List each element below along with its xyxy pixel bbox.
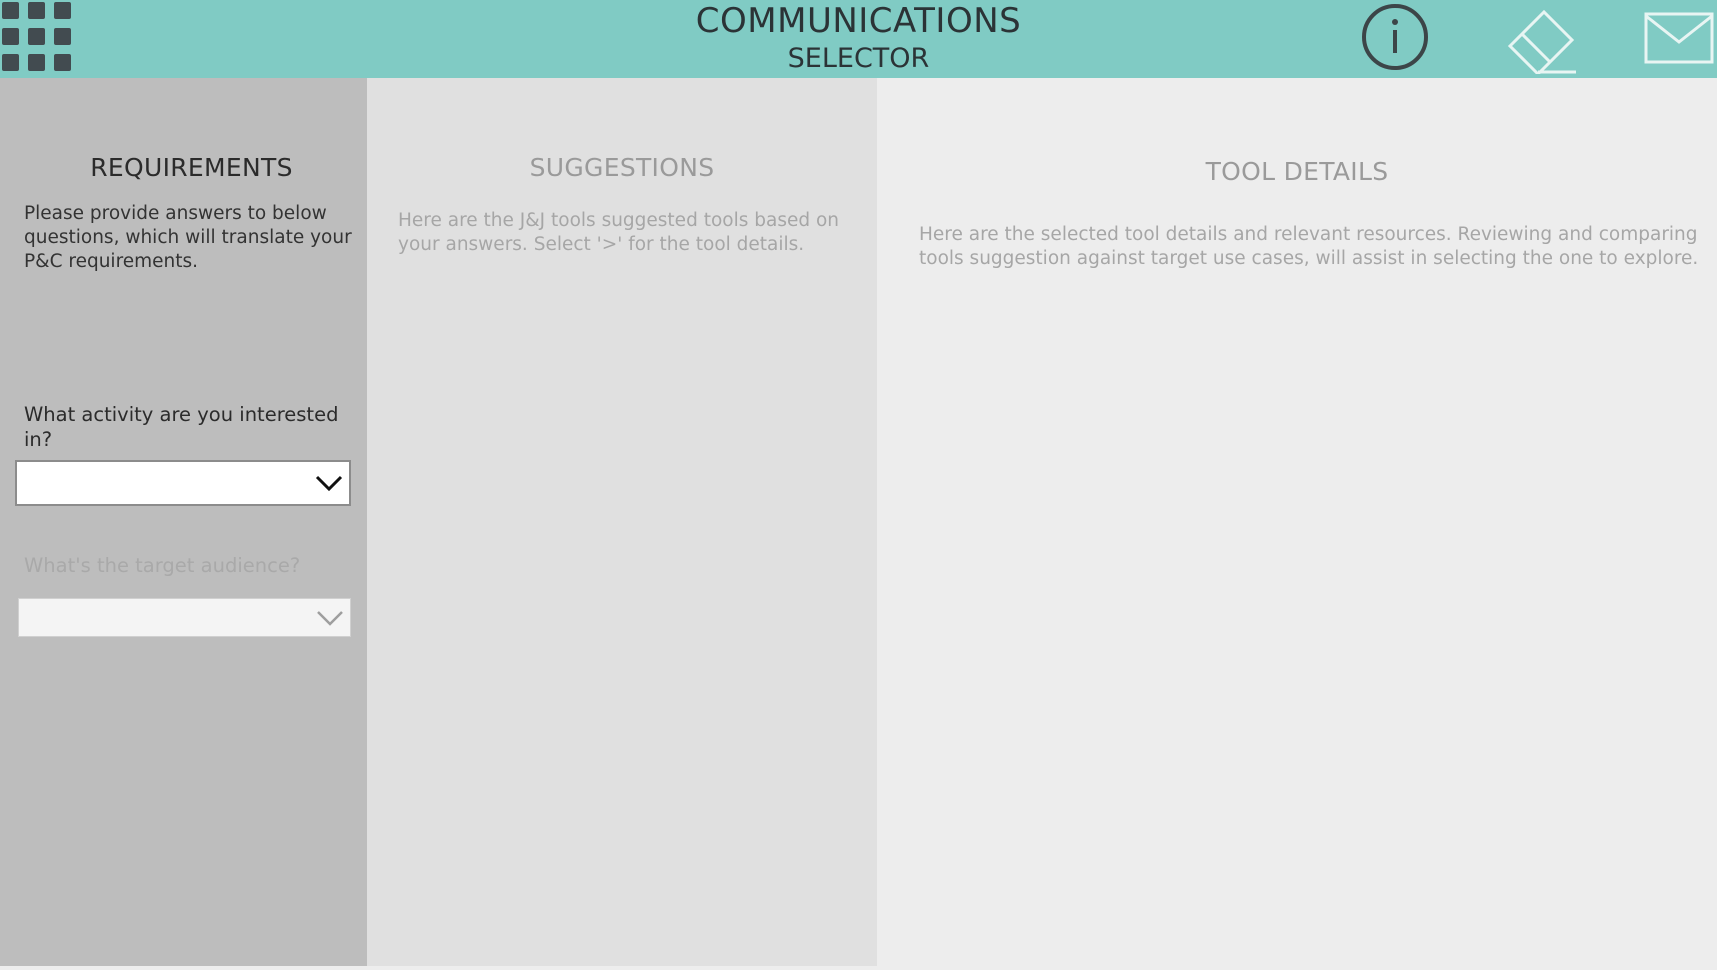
- tool-details-panel: TOOL DETAILS Here are the selected tool …: [877, 78, 1717, 966]
- mail-icon[interactable]: [1644, 12, 1714, 64]
- activity-question-label: What activity are you interested in?: [24, 403, 339, 451]
- requirements-panel: REQUIREMENTS Please provide answers to b…: [0, 78, 367, 966]
- suggestions-panel: SUGGESTIONS Here are the J&J tools sugge…: [367, 78, 877, 966]
- suggestions-title: SUGGESTIONS: [529, 153, 715, 182]
- info-icon[interactable]: [1360, 2, 1430, 72]
- suggestions-description: Here are the J&J tools suggested tools b…: [398, 210, 840, 255]
- audience-dropdown[interactable]: [18, 598, 351, 637]
- app-title: COMMUNICATIONS: [695, 1, 1022, 41]
- chevron-down-icon[interactable]: [316, 607, 344, 629]
- communications-selector-app: COMMUNICATIONS SELECTOR REQUIREMENTS Ple…: [0, 0, 1717, 970]
- app-header: COMMUNICATIONS SELECTOR: [0, 0, 1717, 78]
- app-subtitle: SELECTOR: [787, 43, 930, 74]
- requirements-title: REQUIREMENTS: [90, 153, 293, 182]
- chevron-down-icon[interactable]: [315, 472, 343, 494]
- requirements-description: Please provide answers to below question…: [24, 203, 352, 272]
- activity-dropdown[interactable]: [15, 460, 351, 506]
- tool-details-title: TOOL DETAILS: [1205, 157, 1389, 186]
- tool-details-description: Here are the selected tool details and r…: [919, 224, 1699, 269]
- eraser-icon[interactable]: [1502, 2, 1578, 77]
- audience-question-label: What's the target audience?: [24, 554, 301, 577]
